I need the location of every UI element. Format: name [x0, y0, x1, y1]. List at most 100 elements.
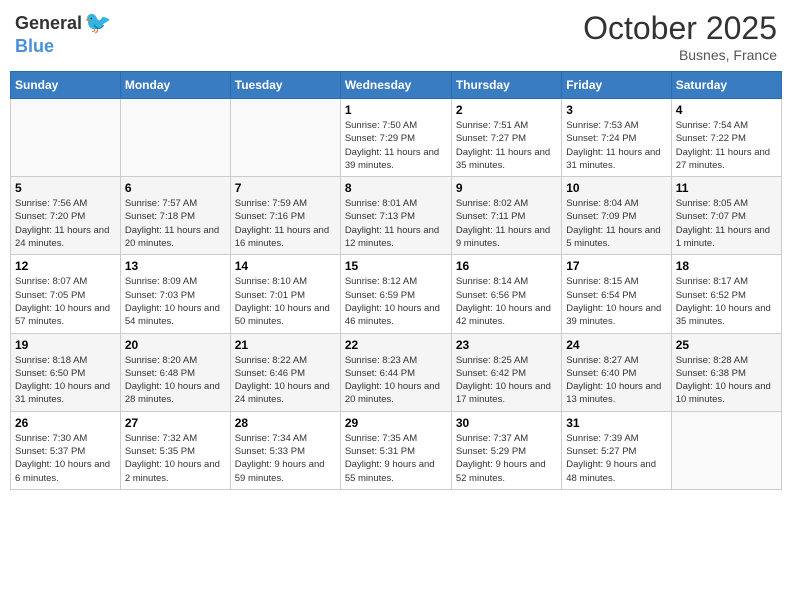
calendar-cell: 18 Sunrise: 8:17 AM Sunset: 6:52 PM Dayli… — [671, 255, 781, 333]
calendar-cell: 16Sunrise: 8:14 AM Sunset: 6:56 PM Dayli… — [451, 255, 561, 333]
calendar-cell: 31Sunrise: 7:39 AM Sunset: 5:27 PM Dayli… — [562, 411, 671, 489]
calendar-cell — [671, 411, 781, 489]
day-number: 6 — [125, 181, 226, 195]
day-number: 8 — [345, 181, 447, 195]
day-info: Sunrise: 8:28 AM Sunset: 6:38 PM Dayligh… — [676, 354, 777, 407]
calendar-week-row: 1 Sunrise: 7:50 AM Sunset: 7:29 PM Daylig… — [11, 99, 782, 177]
day-info: Sunrise: 7:34 AM Sunset: 5:33 PM Dayligh… — [235, 432, 336, 485]
day-info: Sunrise: 7:37 AM Sunset: 5:29 PM Dayligh… — [456, 432, 557, 485]
day-number: 20 — [125, 338, 226, 352]
day-number: 7 — [235, 181, 336, 195]
day-info: Sunrise: 8:02 AM Sunset: 7:11 PM Dayligh… — [456, 197, 557, 250]
day-info: Sunrise: 8:15 AM Sunset: 6:54 PM Dayligh… — [566, 275, 666, 328]
day-number: 28 — [235, 416, 336, 430]
calendar-cell: 15Sunrise: 8:12 AM Sunset: 6:59 PM Dayli… — [340, 255, 451, 333]
column-header-tuesday: Tuesday — [230, 72, 340, 99]
calendar-cell: 28 Sunrise: 7:34 AM Sunset: 5:33 PM Dayli… — [230, 411, 340, 489]
calendar-cell: 17 Sunrise: 8:15 AM Sunset: 6:54 PM Dayli… — [562, 255, 671, 333]
day-info: Sunrise: 8:05 AM Sunset: 7:07 PM Dayligh… — [676, 197, 777, 250]
calendar-cell: 10 Sunrise: 8:04 AM Sunset: 7:09 PM Dayli… — [562, 177, 671, 255]
logo-blue-text: Blue — [15, 36, 54, 57]
column-header-friday: Friday — [562, 72, 671, 99]
calendar-cell: 24 Sunrise: 8:27 AM Sunset: 6:40 PM Dayli… — [562, 333, 671, 411]
day-number: 30 — [456, 416, 557, 430]
calendar-week-row: 12Sunrise: 8:07 AM Sunset: 7:05 PM Dayli… — [11, 255, 782, 333]
day-number: 11 — [676, 181, 777, 195]
day-info: Sunrise: 7:54 AM Sunset: 7:22 PM Dayligh… — [676, 119, 777, 172]
day-number: 3 — [566, 103, 666, 117]
day-info: Sunrise: 8:17 AM Sunset: 6:52 PM Dayligh… — [676, 275, 777, 328]
day-info: Sunrise: 7:59 AM Sunset: 7:16 PM Dayligh… — [235, 197, 336, 250]
calendar-cell: 22 Sunrise: 8:23 AM Sunset: 6:44 PM Dayli… — [340, 333, 451, 411]
day-info: Sunrise: 7:30 AM Sunset: 5:37 PM Dayligh… — [15, 432, 116, 485]
day-info: Sunrise: 8:10 AM Sunset: 7:01 PM Dayligh… — [235, 275, 336, 328]
day-info: Sunrise: 8:18 AM Sunset: 6:50 PM Dayligh… — [15, 354, 116, 407]
calendar-week-row: 5 Sunrise: 7:56 AM Sunset: 7:20 PM Daylig… — [11, 177, 782, 255]
calendar-week-row: 26Sunrise: 7:30 AM Sunset: 5:37 PM Dayli… — [11, 411, 782, 489]
day-info: Sunrise: 7:53 AM Sunset: 7:24 PM Dayligh… — [566, 119, 666, 172]
calendar-cell: 2 Sunrise: 7:51 AM Sunset: 7:27 PM Daylig… — [451, 99, 561, 177]
calendar-cell: 4 Sunrise: 7:54 AM Sunset: 7:22 PM Daylig… — [671, 99, 781, 177]
calendar-cell: 11 Sunrise: 8:05 AM Sunset: 7:07 PM Dayli… — [671, 177, 781, 255]
day-number: 18 — [676, 259, 777, 273]
day-info: Sunrise: 8:14 AM Sunset: 6:56 PM Dayligh… — [456, 275, 557, 328]
logo-general-text: General — [15, 13, 82, 34]
day-number: 1 — [345, 103, 447, 117]
logo-bird-icon: 🐦 — [84, 10, 111, 36]
column-header-wednesday: Wednesday — [340, 72, 451, 99]
day-number: 27 — [125, 416, 226, 430]
calendar-cell — [230, 99, 340, 177]
day-info: Sunrise: 7:35 AM Sunset: 5:31 PM Dayligh… — [345, 432, 447, 485]
column-header-sunday: Sunday — [11, 72, 121, 99]
column-header-monday: Monday — [120, 72, 230, 99]
calendar-cell: 21 Sunrise: 8:22 AM Sunset: 6:46 PM Dayli… — [230, 333, 340, 411]
day-info: Sunrise: 7:56 AM Sunset: 7:20 PM Dayligh… — [15, 197, 116, 250]
calendar-cell: 19 Sunrise: 8:18 AM Sunset: 6:50 PM Dayli… — [11, 333, 121, 411]
day-number: 2 — [456, 103, 557, 117]
calendar-cell: 30 Sunrise: 7:37 AM Sunset: 5:29 PM Dayli… — [451, 411, 561, 489]
day-info: Sunrise: 7:51 AM Sunset: 7:27 PM Dayligh… — [456, 119, 557, 172]
day-number: 19 — [15, 338, 116, 352]
calendar-cell: 12Sunrise: 8:07 AM Sunset: 7:05 PM Dayli… — [11, 255, 121, 333]
day-number: 22 — [345, 338, 447, 352]
day-number: 31 — [566, 416, 666, 430]
calendar-cell: 27 Sunrise: 7:32 AM Sunset: 5:35 PM Dayli… — [120, 411, 230, 489]
calendar-cell: 1 Sunrise: 7:50 AM Sunset: 7:29 PM Daylig… — [340, 99, 451, 177]
day-info: Sunrise: 8:01 AM Sunset: 7:13 PM Dayligh… — [345, 197, 447, 250]
day-info: Sunrise: 8:23 AM Sunset: 6:44 PM Dayligh… — [345, 354, 447, 407]
calendar-cell: 26Sunrise: 7:30 AM Sunset: 5:37 PM Dayli… — [11, 411, 121, 489]
day-info: Sunrise: 8:27 AM Sunset: 6:40 PM Dayligh… — [566, 354, 666, 407]
day-number: 14 — [235, 259, 336, 273]
day-number: 17 — [566, 259, 666, 273]
calendar-cell: 29 Sunrise: 7:35 AM Sunset: 5:31 PM Dayli… — [340, 411, 451, 489]
day-info: Sunrise: 8:04 AM Sunset: 7:09 PM Dayligh… — [566, 197, 666, 250]
day-number: 15 — [345, 259, 447, 273]
calendar-cell: 9 Sunrise: 8:02 AM Sunset: 7:11 PM Daylig… — [451, 177, 561, 255]
calendar-cell: 14 Sunrise: 8:10 AM Sunset: 7:01 PM Dayli… — [230, 255, 340, 333]
day-number: 4 — [676, 103, 777, 117]
column-header-saturday: Saturday — [671, 72, 781, 99]
day-number: 24 — [566, 338, 666, 352]
day-number: 10 — [566, 181, 666, 195]
location-text: Busnes, France — [583, 47, 777, 63]
day-info: Sunrise: 8:22 AM Sunset: 6:46 PM Dayligh… — [235, 354, 336, 407]
month-title: October 2025 — [583, 10, 777, 47]
day-info: Sunrise: 8:25 AM Sunset: 6:42 PM Dayligh… — [456, 354, 557, 407]
calendar-cell: 7 Sunrise: 7:59 AM Sunset: 7:16 PM Daylig… — [230, 177, 340, 255]
calendar-cell: 5 Sunrise: 7:56 AM Sunset: 7:20 PM Daylig… — [11, 177, 121, 255]
day-number: 5 — [15, 181, 116, 195]
day-number: 25 — [676, 338, 777, 352]
day-info: Sunrise: 7:50 AM Sunset: 7:29 PM Dayligh… — [345, 119, 447, 172]
day-number: 29 — [345, 416, 447, 430]
day-info: Sunrise: 8:20 AM Sunset: 6:48 PM Dayligh… — [125, 354, 226, 407]
calendar-cell — [11, 99, 121, 177]
calendar-table: SundayMondayTuesdayWednesdayThursdayFrid… — [10, 71, 782, 490]
day-number: 9 — [456, 181, 557, 195]
page-header: General 🐦 Blue October 2025 Busnes, Fran… — [10, 10, 782, 63]
calendar-cell: 23Sunrise: 8:25 AM Sunset: 6:42 PM Dayli… — [451, 333, 561, 411]
calendar-cell: 6 Sunrise: 7:57 AM Sunset: 7:18 PM Daylig… — [120, 177, 230, 255]
day-info: Sunrise: 7:57 AM Sunset: 7:18 PM Dayligh… — [125, 197, 226, 250]
calendar-cell: 8 Sunrise: 8:01 AM Sunset: 7:13 PM Daylig… — [340, 177, 451, 255]
day-number: 21 — [235, 338, 336, 352]
day-info: Sunrise: 7:32 AM Sunset: 5:35 PM Dayligh… — [125, 432, 226, 485]
